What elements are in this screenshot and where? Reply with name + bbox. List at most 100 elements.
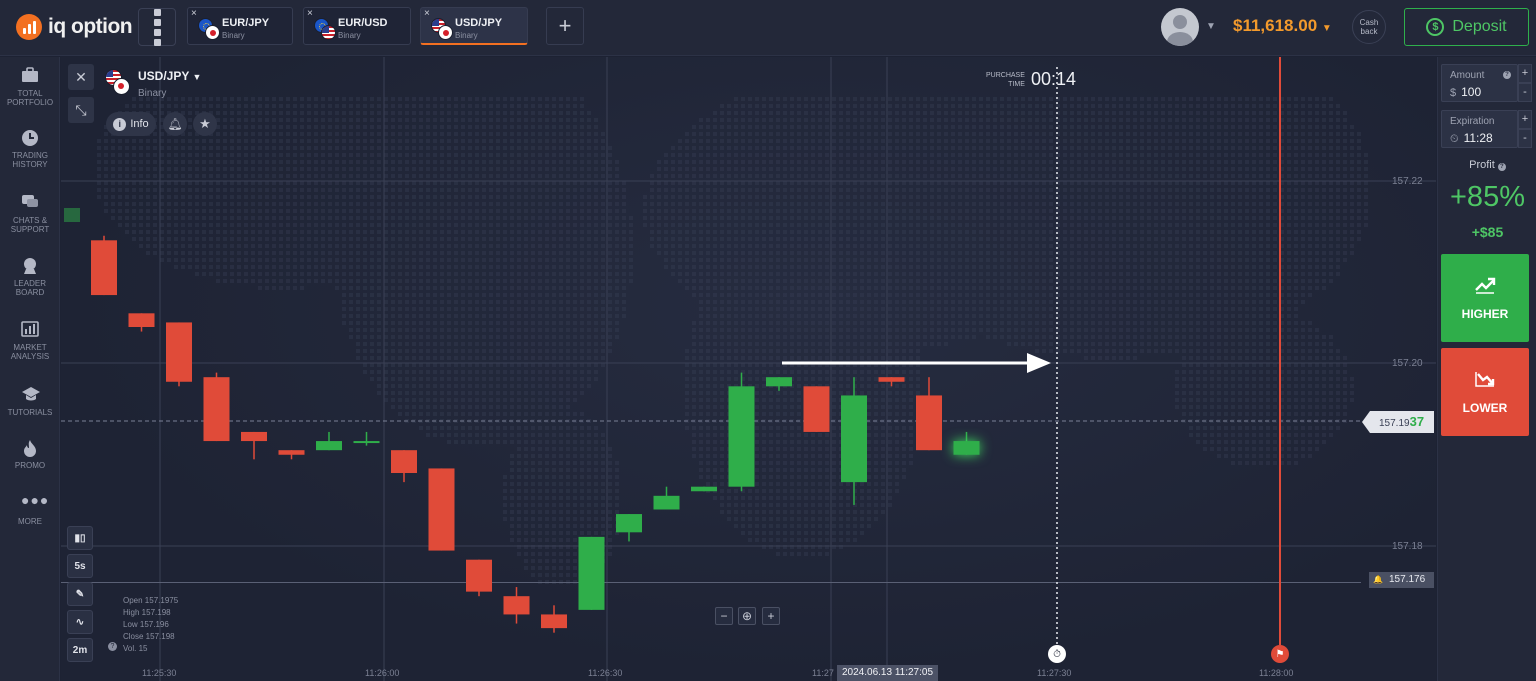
x-tick-label: 11:25:30 bbox=[142, 668, 177, 678]
tab-pair-label: EUR/JPY bbox=[222, 17, 270, 29]
candle-body bbox=[841, 395, 867, 483]
candle-body bbox=[91, 240, 117, 296]
avatar-chevron-down-icon[interactable]: ▼ bbox=[1206, 21, 1216, 32]
timeframe-button[interactable]: 2m bbox=[67, 638, 93, 662]
trend-up-icon bbox=[1474, 276, 1496, 297]
profit-help-icon[interactable]: ? bbox=[1497, 163, 1506, 171]
tab-usd-jpy[interactable]: × USD/JPY Binary bbox=[420, 7, 528, 45]
chart-area[interactable]: ✕ ⤡ USD/JPY ▼ Binary i Info 🔔︎ ★ PURCHAS… bbox=[61, 57, 1436, 681]
info-button[interactable]: i Info bbox=[106, 112, 156, 136]
chat-icon bbox=[21, 194, 39, 210]
tab-type-label: Binary bbox=[338, 31, 361, 40]
trade-panel: Amount ? $100 + - Expiration ⏲ 11:28 + - … bbox=[1437, 57, 1536, 681]
candle-body bbox=[916, 395, 942, 451]
flame-icon bbox=[21, 439, 39, 457]
chart-type-button[interactable]: ▮▯ bbox=[67, 526, 93, 550]
deposit-button[interactable]: $ Deposit bbox=[1404, 8, 1529, 46]
clock-icon: ⏲ bbox=[1450, 133, 1459, 145]
amount-decrease-button[interactable]: - bbox=[1518, 83, 1532, 102]
usd-jpy-flags-icon bbox=[105, 69, 131, 95]
avatar[interactable] bbox=[1161, 8, 1199, 46]
expiration-increase-button[interactable]: + bbox=[1518, 110, 1532, 129]
candle-body bbox=[691, 486, 717, 492]
candle-body bbox=[391, 450, 417, 473]
all-assets-grid-button[interactable] bbox=[138, 8, 176, 46]
star-icon: ★ bbox=[199, 116, 211, 131]
candle-body bbox=[541, 614, 567, 629]
asset-name[interactable]: USD/JPY ▼ bbox=[138, 69, 201, 83]
purchase-time-label: PURCHASE TIME bbox=[986, 72, 1025, 88]
sidebar-item-chats-support[interactable]: CHATS & SUPPORT bbox=[0, 194, 60, 234]
draw-tool-button[interactable]: ✎ bbox=[67, 582, 93, 606]
candle-body bbox=[578, 536, 605, 610]
sidebar-item-leader-board[interactable]: LEADER BOARD bbox=[0, 257, 60, 297]
expiration-field[interactable]: Expiration ⏲ 11:28 bbox=[1441, 110, 1518, 148]
sidebar-item-promo[interactable]: PROMO bbox=[0, 439, 60, 470]
candles-icon: ▮▯ bbox=[74, 532, 86, 544]
close-tab-icon[interactable]: × bbox=[424, 9, 430, 19]
tab-type-label: Binary bbox=[222, 31, 245, 40]
x-tick-label: 11:27 bbox=[812, 668, 834, 678]
add-tab-button[interactable]: + bbox=[546, 7, 584, 45]
expiration-decrease-button[interactable]: - bbox=[1518, 129, 1532, 148]
sidebar-item-total-portfolio[interactable]: TOTAL PORTFOLIO bbox=[0, 67, 60, 107]
close-chart-button[interactable]: ✕ bbox=[68, 64, 94, 90]
amount-value[interactable]: $100 bbox=[1450, 85, 1481, 99]
candle-body bbox=[953, 441, 980, 455]
candle-body bbox=[278, 450, 305, 455]
sidebar-item-market-analysis[interactable]: MARKET ANALYSIS bbox=[0, 321, 60, 361]
candle-body bbox=[316, 441, 342, 451]
candle-body bbox=[241, 431, 267, 442]
candle-interval-button[interactable]: 5s bbox=[67, 554, 93, 578]
tab-eur-usd[interactable]: × EUR/USD Binary bbox=[303, 7, 411, 45]
sidebar-item-more[interactable]: ●●● MORE bbox=[0, 493, 60, 526]
zoom-out-button[interactable]: − bbox=[715, 607, 733, 625]
current-price-tag: 157.1937 bbox=[1362, 411, 1434, 433]
candle-body bbox=[616, 514, 642, 533]
logo[interactable]: iq option bbox=[16, 14, 133, 40]
medal-icon bbox=[21, 257, 39, 274]
sidebar-item-trading-history[interactable]: TRADING HISTORY bbox=[0, 129, 60, 169]
lower-button[interactable]: LOWER bbox=[1441, 348, 1529, 436]
ohlc-help-icon[interactable]: ? bbox=[108, 642, 117, 651]
deposit-icon: $ bbox=[1426, 18, 1445, 36]
amount-increase-button[interactable]: + bbox=[1518, 64, 1532, 83]
zoom-in-button[interactable]: + bbox=[762, 607, 780, 625]
app-root: iq option × EUR/JPY Binary × EUR/USD Bin… bbox=[0, 0, 1536, 681]
expiration-value[interactable]: ⏲ 11:28 bbox=[1450, 131, 1493, 146]
price-alert-tag[interactable]: 157.176 bbox=[1369, 572, 1434, 588]
higher-label: HIGHER bbox=[1461, 306, 1509, 321]
x-tick-label: 11:28:00 bbox=[1259, 668, 1294, 678]
purchase-timer-icon: ⏱ bbox=[1048, 645, 1066, 663]
candle-body bbox=[466, 559, 492, 592]
balance-display[interactable]: $11,618.00 ▼ bbox=[1233, 16, 1332, 36]
reset-zoom-button[interactable]: ⊕ bbox=[738, 607, 756, 625]
clock-icon bbox=[21, 129, 39, 146]
logo-text: iq option bbox=[48, 15, 133, 38]
x-tick-label: 11:27:30 bbox=[1037, 668, 1072, 678]
asset-type: Binary bbox=[138, 88, 167, 99]
alerts-button[interactable]: 🔔︎ bbox=[163, 112, 187, 136]
higher-button[interactable]: HIGHER bbox=[1441, 254, 1529, 342]
y-tick-label: 157.22 bbox=[1392, 176, 1423, 187]
deposit-label: Deposit bbox=[1452, 18, 1507, 35]
close-tab-icon[interactable]: × bbox=[191, 9, 197, 19]
candlestick-chart[interactable] bbox=[61, 57, 1436, 681]
favorite-button[interactable]: ★ bbox=[193, 112, 217, 136]
cashback-button[interactable]: Cash back bbox=[1352, 10, 1386, 44]
sidebar-item-tutorials[interactable]: TUTORIALS bbox=[0, 386, 60, 417]
amount-help-icon[interactable]: ? bbox=[1503, 71, 1511, 79]
lower-label: LOWER bbox=[1462, 400, 1508, 415]
amount-field[interactable]: Amount ? $100 bbox=[1441, 64, 1518, 102]
candle-body bbox=[353, 441, 380, 444]
left-sidebar: TOTAL PORTFOLIO TRADING HISTORY CHATS & … bbox=[0, 57, 60, 681]
close-tab-icon[interactable]: × bbox=[307, 9, 313, 19]
candle-body bbox=[766, 377, 792, 387]
minimize-chart-button[interactable]: ⤡ bbox=[68, 97, 94, 123]
candle-body bbox=[803, 386, 830, 432]
indicators-button[interactable]: ∿ bbox=[67, 610, 93, 634]
info-icon: i bbox=[113, 117, 127, 131]
purchase-countdown: 00:14 bbox=[1031, 69, 1077, 89]
tab-eur-jpy[interactable]: × EUR/JPY Binary bbox=[187, 7, 293, 45]
eur-usd-flags-icon bbox=[314, 18, 336, 40]
